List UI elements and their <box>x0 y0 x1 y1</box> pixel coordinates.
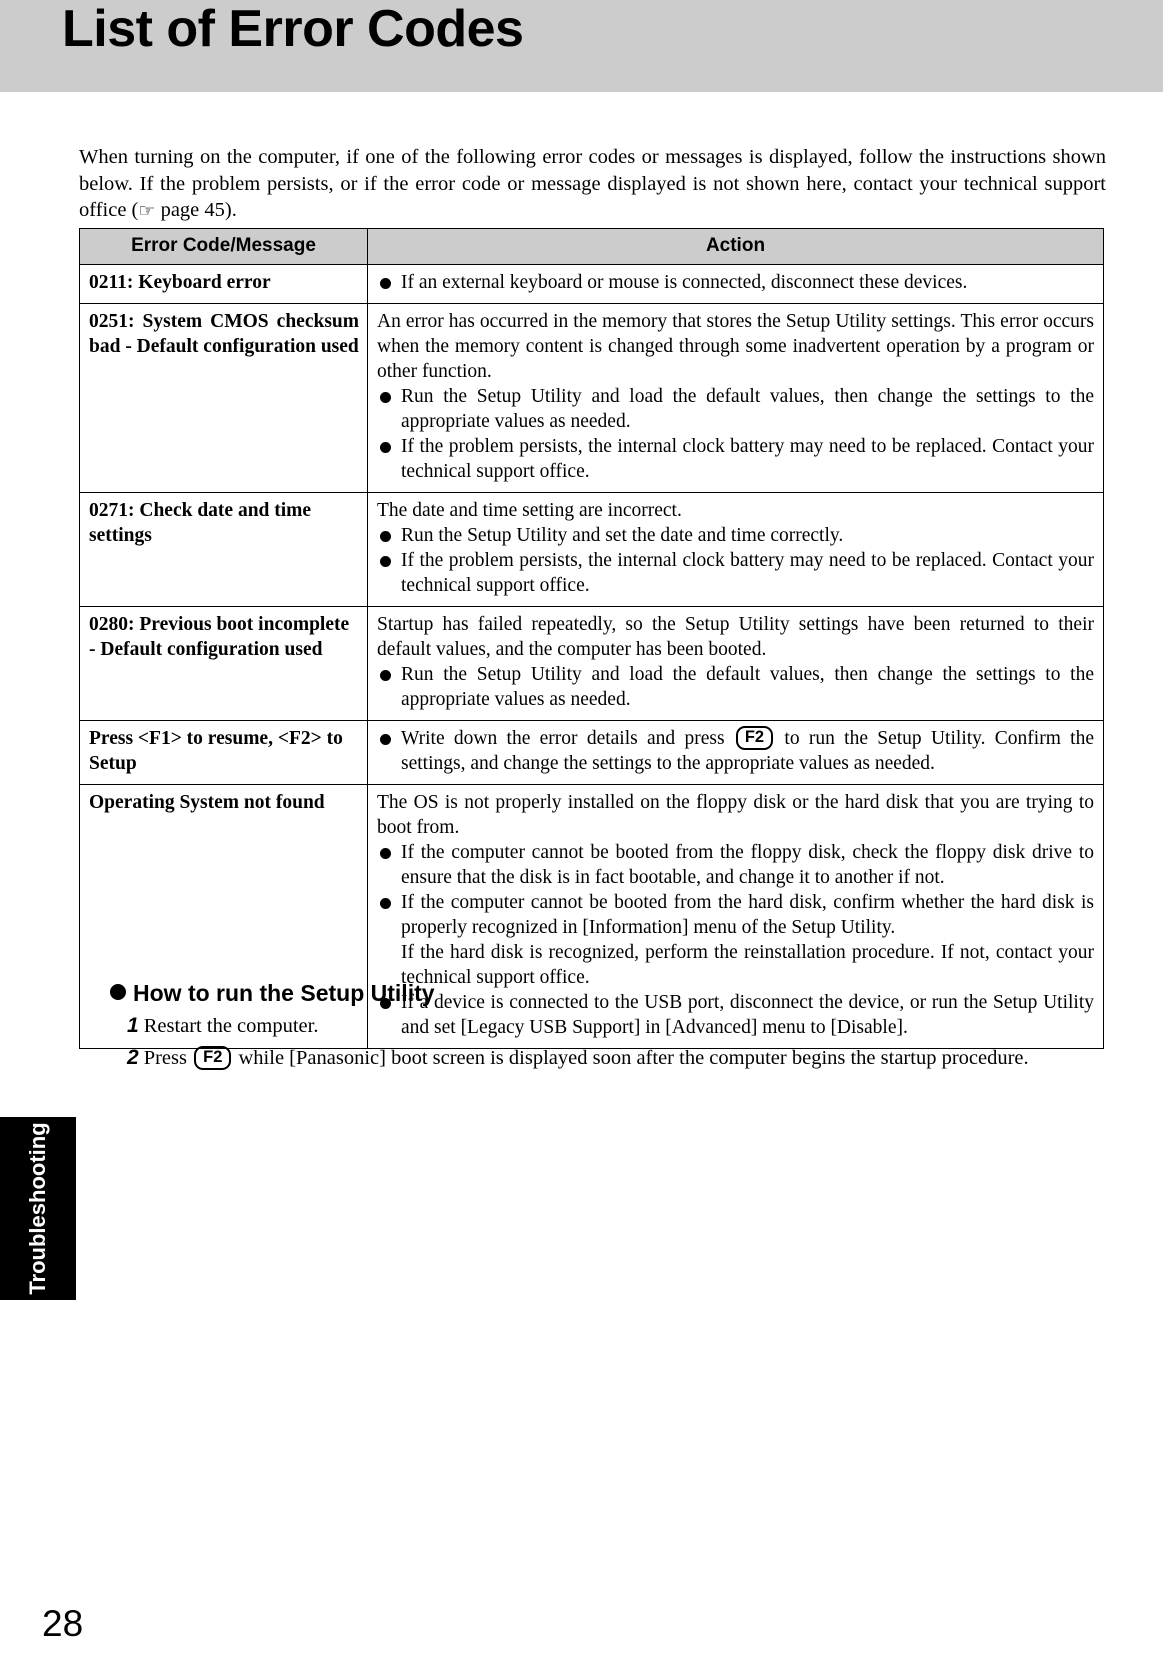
page-number: 28 <box>42 1603 84 1644</box>
error-code-cell: 0271: Check date and time settings <box>79 492 368 607</box>
action-intro-text: The date and time setting are incorrect. <box>377 500 682 521</box>
action-cell: An error has occurred in the memory that… <box>367 303 1104 493</box>
step-text-before-key: Press <box>143 1047 187 1069</box>
error-code-cell: 0211: Keyboard error <box>79 264 368 304</box>
action-intro-text: The OS is not properly installed on the … <box>377 792 1094 838</box>
header-band: List of Error Codes <box>0 0 1163 92</box>
error-codes-table: Error Code/Message Action 0211: Keyboard… <box>79 228 1104 1049</box>
action-bullet-list: Run the Setup Utility and load the defau… <box>377 384 1094 484</box>
action-cell: Write down the error details and press F… <box>367 720 1104 785</box>
action-bullet-list: If an external keyboard or mouse is conn… <box>377 270 1094 295</box>
list-item: If the computer cannot be booted from th… <box>377 840 1094 890</box>
error-code-cell: 0251: System CMOS checksum bad - Default… <box>79 303 368 493</box>
step-number: 2 <box>127 1046 139 1069</box>
table-row: 0280: Previous boot incomplete - Default… <box>79 606 1104 721</box>
table-header-row: Error Code/Message Action <box>79 228 1104 265</box>
action-cell: If an external keyboard or mouse is conn… <box>367 264 1104 304</box>
column-header-error-code: Error Code/Message <box>79 228 368 265</box>
pointing-hand-icon: ☞ <box>138 200 156 222</box>
page-title: List of Error Codes <box>62 0 524 58</box>
list-item: Run the Setup Utility and load the defau… <box>377 384 1094 434</box>
action-bullet-list: Run the Setup Utility and load the defau… <box>377 662 1094 712</box>
bullet-text-before-key: Write down the error details and press <box>401 728 725 749</box>
bullet-text: If the computer cannot be booted from th… <box>401 892 1094 938</box>
setup-step-1: 1 Restart the computer. <box>127 1012 1105 1040</box>
action-intro-text: An error has occurred in the memory that… <box>377 311 1094 382</box>
chapter-side-tab-label: Troubleshooting <box>25 1122 50 1295</box>
table-row: 0251: System CMOS checksum bad - Default… <box>79 303 1104 493</box>
table-row: 0271: Check date and time settings The d… <box>79 492 1104 607</box>
step-number: 1 <box>127 1014 139 1037</box>
table-row: Press <F1> to resume, <F2> to Setup Writ… <box>79 720 1104 785</box>
list-item: If the computer cannot be booted from th… <box>377 890 1094 990</box>
list-item: If an external keyboard or mouse is conn… <box>377 270 1094 295</box>
list-item: If the problem persists, the internal cl… <box>377 434 1094 484</box>
intro-text-part2: page 45). <box>155 199 237 221</box>
intro-paragraph: When turning on the computer, if one of … <box>79 144 1106 225</box>
action-bullet-list: Write down the error details and press F… <box>377 726 1094 776</box>
setup-heading-label: How to run the Setup Utility <box>133 980 435 1006</box>
action-cell: The date and time setting are incorrect.… <box>367 492 1104 607</box>
setup-utility-section: How to run the Setup Utility 1 Restart th… <box>110 978 1105 1072</box>
setup-utility-heading: How to run the Setup Utility <box>110 978 1105 1008</box>
action-intro-text: Startup has failed repeatedly, so the Se… <box>377 614 1094 660</box>
chapter-side-tab: Troubleshooting <box>0 1117 76 1300</box>
f2-key-icon: F2 <box>735 726 774 750</box>
bullet-dot-icon <box>110 984 126 1000</box>
action-bullet-list: Run the Setup Utility and set the date a… <box>377 523 1094 598</box>
table-row: 0211: Keyboard error If an external keyb… <box>79 264 1104 304</box>
step-text: Restart the computer. <box>143 1015 319 1037</box>
list-item: Write down the error details and press F… <box>377 726 1094 776</box>
list-item: If the problem persists, the internal cl… <box>377 548 1094 598</box>
table-header: Error Code/Message Action <box>79 228 1104 265</box>
column-header-action: Action <box>367 228 1104 265</box>
f2-key-icon: F2 <box>194 1046 232 1070</box>
list-item: Run the Setup Utility and set the date a… <box>377 523 1094 548</box>
error-code-cell: 0280: Previous boot incomplete - Default… <box>79 606 368 721</box>
action-cell: Startup has failed repeatedly, so the Se… <box>367 606 1104 721</box>
error-code-cell: Press <F1> to resume, <F2> to Setup <box>79 720 368 785</box>
list-item: Run the Setup Utility and load the defau… <box>377 662 1094 712</box>
setup-step-2: 2 Press F2 while [Panasonic] boot screen … <box>127 1044 1105 1072</box>
step-text-after-key: while [Panasonic] boot screen is display… <box>238 1047 1029 1069</box>
table-body: 0211: Keyboard error If an external keyb… <box>79 264 1104 1049</box>
